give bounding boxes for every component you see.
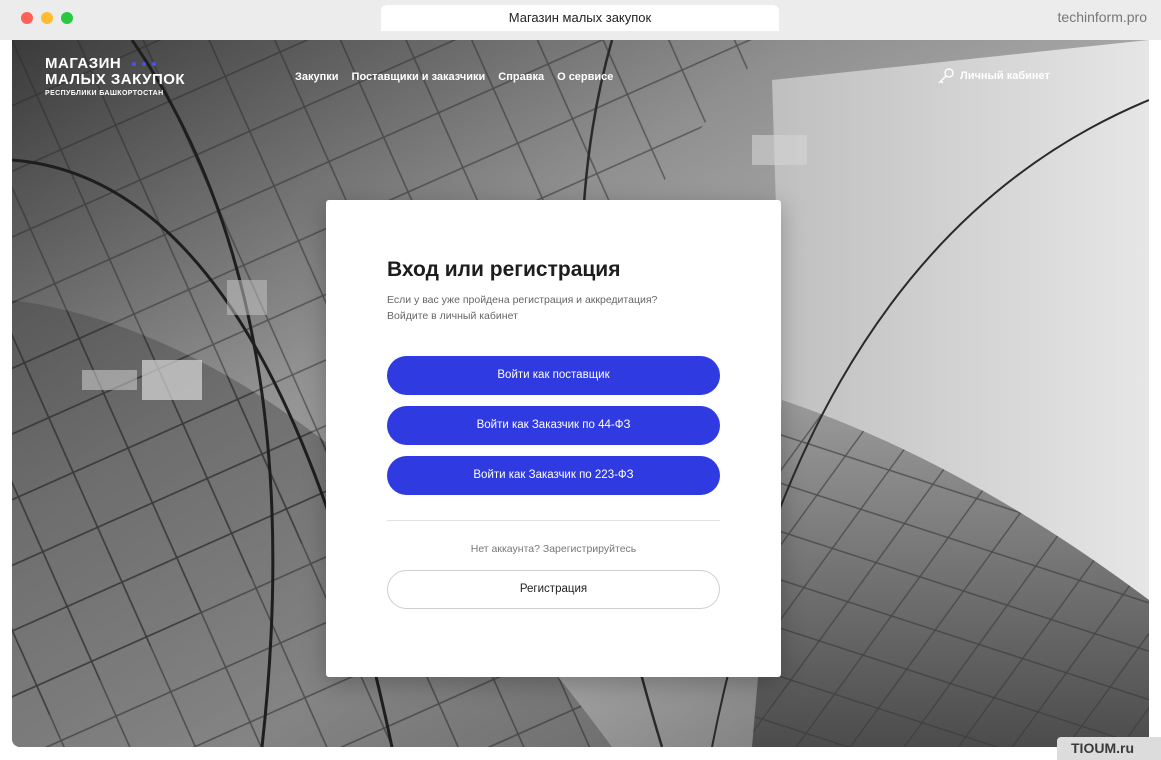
browser-tab[interactable]: Магазин малых закупок: [381, 5, 779, 31]
watermark-label: TIOUM.ru: [1057, 737, 1161, 760]
main-nav: Закупки Поставщики и заказчики Справка О…: [295, 71, 613, 83]
nav-item-suppliers-customers[interactable]: Поставщики и заказчики: [352, 71, 486, 83]
minimize-window-button[interactable]: [41, 12, 53, 24]
login-subtitle-line1: Если у вас уже пройдена регистрация и ак…: [387, 294, 658, 306]
login-subtitle-line2: Войдите в личный кабинет: [387, 310, 518, 322]
address-host[interactable]: techinform.pro: [1058, 9, 1147, 25]
login-supplier-button[interactable]: Войти как поставщик: [387, 356, 720, 395]
no-account-text: Нет аккаунта? Зарегистрируйтесь: [470, 543, 637, 555]
login-title: Вход или регистрация: [387, 258, 621, 281]
page-viewport: МАГАЗИН МАЛЫХ ЗАКУПОК РЕСПУБЛИКИ БАШКОРТ…: [12, 40, 1149, 747]
key-icon: [938, 68, 954, 84]
nav-item-help[interactable]: Справка: [498, 71, 544, 83]
logo-subtitle: РЕСПУБЛИКИ БАШКОРТОСТАН: [45, 90, 164, 98]
register-button[interactable]: Регистрация: [387, 570, 720, 609]
divider: [387, 520, 720, 521]
login-card: Вход или регистрация Если у вас уже прой…: [326, 200, 781, 677]
logo-dots-icon: [131, 56, 162, 72]
site-logo[interactable]: МАГАЗИН МАЛЫХ ЗАКУПОК РЕСПУБЛИКИ БАШКОРТ…: [45, 55, 186, 98]
nav-item-purchases[interactable]: Закупки: [295, 71, 339, 83]
account-label: Личный кабинет: [960, 70, 1050, 82]
login-customer-223fz-button[interactable]: Войти как Заказчик по 223-ФЗ: [387, 456, 720, 495]
logo-text-line2: МАЛЫХ ЗАКУПОК: [45, 71, 186, 89]
browser-toolbar: Магазин малых закупок techinform.pro: [0, 0, 1161, 40]
account-link[interactable]: Личный кабинет: [937, 67, 1050, 85]
zoom-window-button[interactable]: [61, 12, 73, 24]
nav-item-about[interactable]: О сервисе: [557, 71, 613, 83]
login-customer-44fz-button[interactable]: Войти как Заказчик по 44-ФЗ: [387, 406, 720, 445]
close-window-button[interactable]: [21, 12, 33, 24]
login-subtitle: Если у вас уже пройдена регистрация и ак…: [387, 292, 717, 324]
logo-text-line1: МАГАЗИН: [45, 55, 122, 72]
